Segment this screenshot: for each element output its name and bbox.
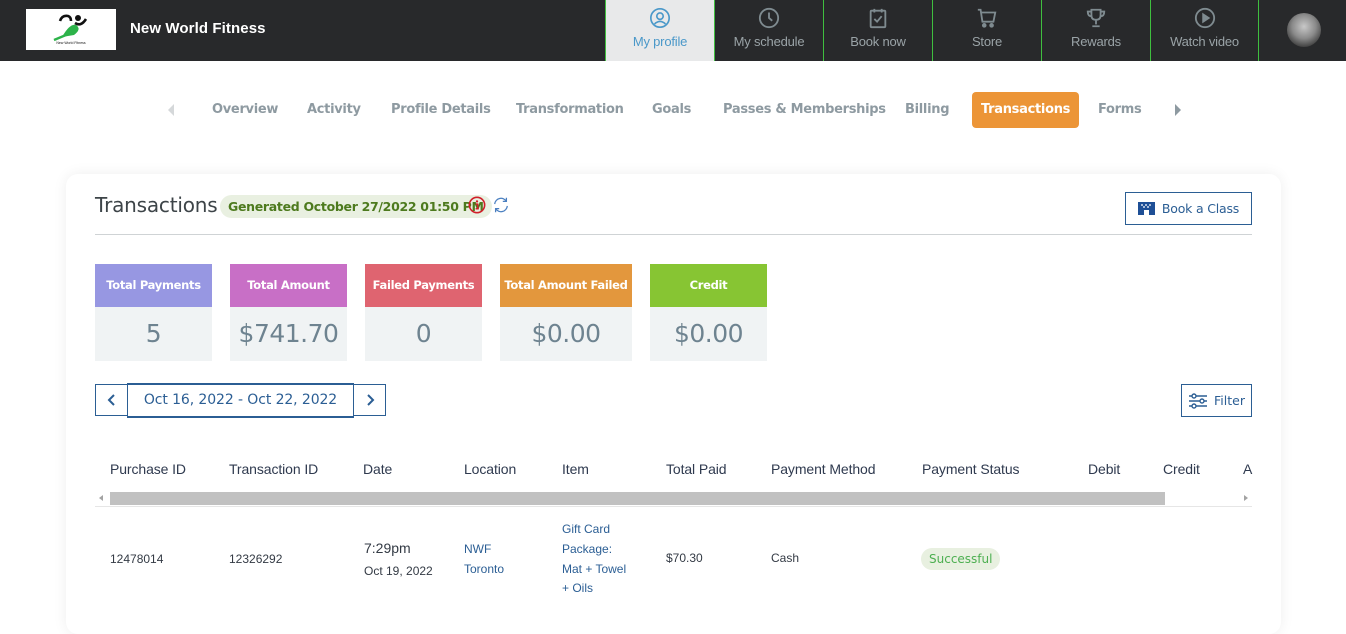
- nav-my-schedule[interactable]: My schedule: [714, 0, 823, 61]
- cell-item-line[interactable]: Gift Card: [562, 519, 610, 539]
- cell-item-line[interactable]: + Oils: [562, 578, 593, 598]
- horizontal-scrollbar[interactable]: [95, 491, 1252, 507]
- user-avatar[interactable]: [1287, 13, 1321, 47]
- cell-transaction-id: 12326292: [229, 552, 283, 566]
- nav-label: Rewards: [1071, 34, 1121, 49]
- date-range-navigator: Oct 16, 2022 - Oct 22, 2022: [95, 383, 386, 418]
- filter-button[interactable]: Filter: [1181, 384, 1252, 417]
- play-circle-icon: [1194, 7, 1215, 29]
- payment-status-badge: Successful: [921, 548, 1001, 570]
- tab-passes-memberships[interactable]: Passes & Memberships: [723, 92, 886, 128]
- tab-transactions[interactable]: Transactions: [972, 92, 1080, 128]
- tab-goals[interactable]: Goals: [652, 92, 691, 128]
- transactions-card: Transactions Generated October 27/2022 0…: [66, 174, 1281, 634]
- stat-value: $0.00: [673, 319, 744, 348]
- book-a-class-label: Book a Class: [1161, 201, 1240, 216]
- previous-week-button[interactable]: [95, 384, 128, 416]
- stat-failed-payments: Failed Payments 0: [365, 264, 482, 361]
- column-truncated[interactable]: A: [1243, 461, 1252, 477]
- stat-total-amount-failed: Total Amount Failed $0.00: [500, 264, 632, 361]
- top-navigation-bar: New World Fitness New World Fitness My p…: [0, 0, 1346, 61]
- date-range-display[interactable]: Oct 16, 2022 - Oct 22, 2022: [127, 383, 354, 418]
- nav-label: Store: [971, 34, 1003, 49]
- nav-label: My profile: [632, 34, 688, 49]
- tab-profile-details[interactable]: Profile Details: [391, 92, 491, 128]
- stat-label: Total Payments: [95, 264, 212, 307]
- tab-transformation[interactable]: Transformation: [516, 92, 624, 128]
- cell-location-city[interactable]: Toronto: [464, 559, 504, 579]
- column-item[interactable]: Item: [562, 461, 589, 477]
- clock-icon: [758, 7, 780, 29]
- nav-rewards[interactable]: Rewards: [1041, 0, 1150, 61]
- column-date[interactable]: Date: [363, 461, 392, 477]
- tabs-scroll-right-icon[interactable]: [1175, 104, 1181, 116]
- stat-total-payments: Total Payments 5: [95, 264, 212, 361]
- nav-label: My schedule: [733, 34, 805, 49]
- stat-credit: Credit $0.00: [650, 264, 767, 361]
- cell-location-name[interactable]: NWF: [464, 539, 491, 559]
- nav-my-profile[interactable]: My profile: [605, 0, 714, 61]
- cell-date: Oct 19, 2022: [364, 564, 433, 578]
- nav-label: Book now: [850, 34, 906, 49]
- info-icon[interactable]: [468, 196, 486, 214]
- stat-value: $0.00: [531, 319, 601, 348]
- main-nav: My profile My schedule Book now Store Re…: [605, 0, 1259, 61]
- sliders-icon: [1189, 392, 1208, 409]
- cell-item-line[interactable]: Mat + Towel: [562, 559, 626, 579]
- table-header: Purchase ID Transaction ID Date Location…: [66, 461, 1281, 481]
- chevron-left-icon: [107, 394, 115, 406]
- tab-billing[interactable]: Billing: [905, 92, 950, 128]
- column-payment-status[interactable]: Payment Status: [922, 461, 1020, 477]
- logo-caption: New World Fitness: [56, 41, 86, 45]
- cart-icon: [977, 8, 997, 28]
- title-divider: [95, 234, 1252, 235]
- cell-time: 7:29pm: [364, 540, 411, 556]
- brand-logo[interactable]: New World Fitness: [26, 9, 116, 50]
- refresh-icon[interactable]: [492, 196, 510, 214]
- stat-value: 5: [145, 319, 162, 348]
- chevron-right-icon: [366, 394, 374, 406]
- tabs-scroll-left-icon[interactable]: [168, 104, 174, 116]
- tab-forms[interactable]: Forms: [1098, 92, 1142, 128]
- column-location[interactable]: Location: [464, 461, 516, 477]
- calendar-check-icon: [869, 8, 887, 29]
- brand-name: New World Fitness: [130, 20, 266, 37]
- nav-label: Watch video: [1170, 34, 1239, 49]
- tab-activity[interactable]: Activity: [307, 92, 361, 128]
- column-purchase-id[interactable]: Purchase ID: [110, 461, 186, 477]
- scrollbar-thumb[interactable]: [110, 492, 1165, 505]
- nav-watch-video[interactable]: Watch video: [1150, 0, 1259, 61]
- filter-label: Filter: [1214, 393, 1245, 408]
- cell-item-line[interactable]: Package:: [562, 539, 612, 559]
- next-week-button[interactable]: [353, 384, 386, 416]
- column-total-paid[interactable]: Total Paid: [666, 461, 727, 477]
- column-payment-method[interactable]: Payment Method: [771, 461, 876, 477]
- user-circle-icon: [650, 8, 670, 28]
- book-a-class-button[interactable]: Book a Class: [1125, 192, 1252, 225]
- generated-badge: Generated October 27/2022 01:50 PM: [220, 195, 492, 218]
- stat-total-amount: Total Amount $741.70: [230, 264, 347, 361]
- scroll-left-icon[interactable]: [99, 495, 103, 501]
- stat-label: Credit: [650, 264, 767, 307]
- scroll-right-icon[interactable]: [1244, 495, 1248, 501]
- column-credit[interactable]: Credit: [1163, 461, 1200, 477]
- stat-value: 0: [415, 319, 432, 348]
- page-title: Transactions: [95, 193, 218, 217]
- nav-store[interactable]: Store: [932, 0, 1041, 61]
- cell-total-paid: $70.30: [666, 551, 703, 565]
- profile-tabs: Overview Activity Profile Details Transf…: [0, 92, 1346, 128]
- stat-label: Total Amount Failed: [500, 264, 632, 307]
- column-transaction-id[interactable]: Transaction ID: [229, 461, 318, 477]
- stat-label: Total Amount: [230, 264, 347, 307]
- cell-purchase-id: 12478014: [110, 552, 164, 566]
- column-debit[interactable]: Debit: [1088, 461, 1120, 477]
- cell-payment-method: Cash: [771, 551, 800, 565]
- header-divider: [95, 506, 1252, 507]
- stat-value: $741.70: [238, 319, 339, 348]
- class-icon: [1137, 202, 1155, 215]
- trophy-icon: [1086, 8, 1106, 28]
- tab-overview[interactable]: Overview: [212, 92, 278, 128]
- stat-label: Failed Payments: [365, 264, 482, 307]
- nav-book-now[interactable]: Book now: [823, 0, 932, 61]
